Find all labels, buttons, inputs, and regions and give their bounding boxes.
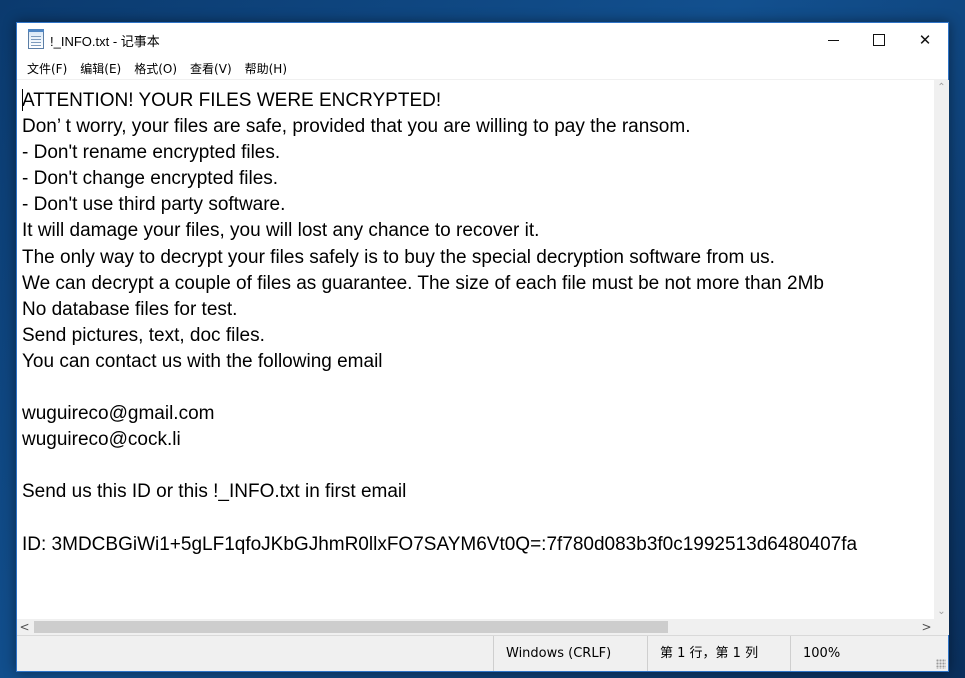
- minimize-icon: [827, 39, 839, 41]
- text-caret: [22, 89, 23, 111]
- maximize-icon: [873, 34, 885, 46]
- menu-edit[interactable]: 编辑(E): [76, 58, 125, 79]
- scroll-up-icon[interactable]: ⌃: [934, 80, 949, 95]
- cursor-position-status: 第 1 行，第 1 列: [647, 636, 790, 671]
- zoom-status: 100%: [790, 636, 930, 671]
- menu-help[interactable]: 帮助(H): [241, 58, 291, 79]
- vertical-scrollbar[interactable]: ⌃ ⌄: [934, 80, 949, 619]
- window-title: !_INFO.txt - 记事本: [50, 33, 160, 49]
- menu-view[interactable]: 查看(V): [186, 58, 236, 79]
- maximize-button[interactable]: [856, 23, 902, 57]
- line-ending-status: Windows (CRLF): [493, 636, 647, 671]
- scrollbar-corner: [934, 619, 949, 635]
- close-icon: ✕: [918, 31, 932, 49]
- document-text[interactable]: ATTENTION! YOUR FILES WERE ENCRYPTED! Do…: [17, 80, 934, 558]
- title-bar[interactable]: !_INFO.txt - 记事本 ✕: [17, 23, 948, 57]
- menu-file[interactable]: 文件(F): [23, 58, 71, 79]
- notepad-window: !_INFO.txt - 记事本 ✕ 文件(F) 编辑(E) 格式(O) 查看(…: [16, 22, 949, 672]
- scroll-down-icon[interactable]: ⌄: [934, 604, 949, 619]
- horizontal-scrollbar[interactable]: < >: [17, 619, 934, 635]
- notepad-icon: [28, 29, 44, 49]
- minimize-button[interactable]: [810, 23, 856, 57]
- menu-bar: 文件(F) 编辑(E) 格式(O) 查看(V) 帮助(H): [17, 57, 948, 80]
- horizontal-scroll-thumb[interactable]: [34, 621, 668, 633]
- scroll-left-icon[interactable]: <: [17, 619, 32, 635]
- text-editor[interactable]: ATTENTION! YOUR FILES WERE ENCRYPTED! Do…: [17, 80, 934, 619]
- menu-format[interactable]: 格式(O): [130, 58, 181, 79]
- window-controls: ✕: [810, 23, 948, 57]
- status-bar: Windows (CRLF) 第 1 行，第 1 列 100%: [17, 635, 948, 671]
- close-button[interactable]: ✕: [902, 23, 948, 57]
- scroll-right-icon[interactable]: >: [919, 619, 934, 635]
- resize-grip-icon[interactable]: [936, 659, 946, 669]
